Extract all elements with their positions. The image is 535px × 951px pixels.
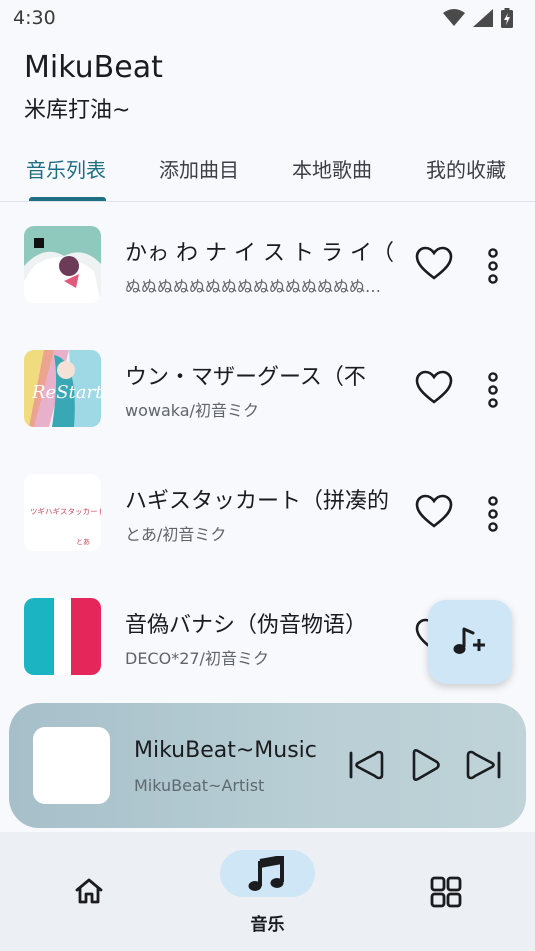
play-icon[interactable]: [405, 745, 445, 785]
grid-icon: [430, 876, 462, 908]
tab-add-tracks[interactable]: 添加曲目: [159, 154, 239, 183]
music-add-icon: [453, 627, 485, 654]
song-item[interactable]: かゎ わ ナ イ ス ト ラ イ（ ぬぬぬぬぬぬぬぬぬぬぬぬぬぬぬぬぬぬぬぬ..…: [0, 202, 535, 326]
song-artist: DECO*27/初音ミク: [125, 649, 269, 668]
song-artist: wowaka/初音ミク: [125, 401, 259, 420]
app-title: MikuBeat: [24, 50, 163, 85]
skip-previous-icon[interactable]: [346, 745, 386, 785]
tab-favorites[interactable]: 我的收藏: [426, 154, 506, 183]
song-cover: ツギハギスタッカート とあ: [24, 474, 101, 551]
bottom-navigation: 音乐: [0, 832, 535, 951]
status-bar: 4:30: [0, 0, 535, 36]
song-cover: [24, 226, 101, 303]
heart-icon[interactable]: [414, 244, 454, 284]
song-artist: ぬぬぬぬぬぬぬぬぬぬぬぬぬぬぬぬぬぬぬぬ...: [125, 277, 393, 296]
nav-home[interactable]: [59, 832, 119, 951]
tab-indicator: [29, 197, 106, 201]
tab-local-songs[interactable]: 本地歌曲: [292, 154, 372, 183]
app-subtitle: 米库打油~: [24, 98, 131, 123]
wifi-icon: [443, 9, 465, 26]
status-time: 4:30: [13, 7, 56, 29]
player-cover: [33, 727, 110, 804]
skip-next-icon[interactable]: [464, 745, 504, 785]
tab-music-list[interactable]: 音乐列表: [26, 154, 106, 183]
nav-music[interactable]: 音乐: [210, 832, 325, 951]
song-title: ハギスタッカート（拼凑的: [125, 489, 390, 514]
player-artist: MikuBeat~Artist: [134, 776, 265, 795]
signal-icon: [473, 9, 493, 27]
mini-player[interactable]: MikuBeat~Music MikuBeat~Artist: [9, 703, 526, 828]
song-cover: ReStart: [24, 350, 101, 427]
svg-text:とあ: とあ: [76, 538, 90, 546]
song-item[interactable]: ReStart ウン・マザーグース（不 wowaka/初音ミク: [0, 326, 535, 450]
song-title: 音偽バナシ（伪音物语）: [125, 613, 368, 638]
status-icons: [443, 8, 513, 28]
song-title: ウン・マザーグース（不: [125, 365, 366, 390]
music-note-icon: [248, 856, 284, 891]
home-icon: [75, 878, 103, 904]
song-title: かゎ わ ナ イ ス ト ラ イ（: [125, 241, 393, 266]
player-title: MikuBeat~Music: [134, 738, 317, 763]
tab-bar: 音乐列表 添加曲目 本地歌曲 我的收藏: [0, 140, 535, 202]
song-item[interactable]: ツギハギスタッカート とあ ハギスタッカート（拼凑的 とあ/初音ミク: [0, 450, 535, 574]
heart-icon[interactable]: [414, 492, 454, 532]
nav-music-label: 音乐: [250, 915, 285, 935]
more-vert-icon[interactable]: [480, 494, 506, 534]
heart-icon[interactable]: [414, 368, 454, 408]
more-vert-icon[interactable]: [480, 246, 506, 286]
song-cover: [24, 598, 101, 675]
song-artist: とあ/初音ミク: [125, 525, 227, 544]
svg-text:ReStart: ReStart: [31, 382, 101, 403]
add-music-fab[interactable]: [428, 600, 512, 684]
nav-grid[interactable]: [415, 832, 475, 951]
svg-text:ツギハギスタッカート: ツギハギスタッカート: [30, 507, 101, 516]
more-vert-icon[interactable]: [480, 370, 506, 410]
battery-icon: [501, 8, 513, 28]
